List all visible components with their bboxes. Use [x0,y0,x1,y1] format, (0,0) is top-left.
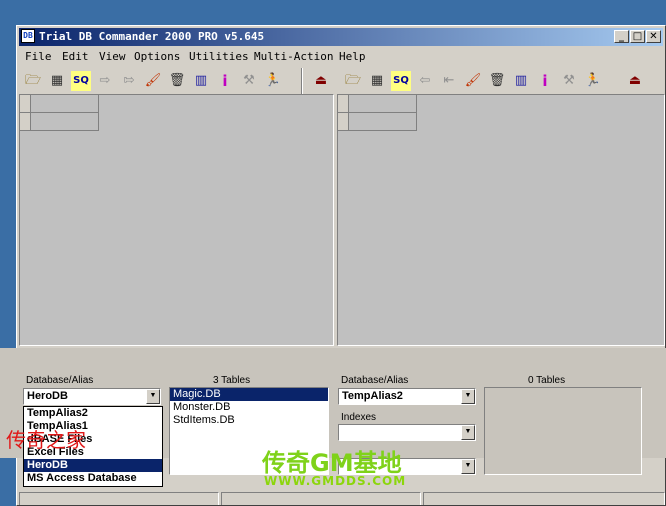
info-icon[interactable]: i [215,71,235,91]
minimize-button[interactable]: _ [614,30,629,43]
right-db-select[interactable]: TempAlias2 ▼ [338,388,476,405]
watermark-green: 传奇GM基地 [262,449,402,477]
left-data-grid[interactable] [19,94,334,346]
menu-options[interactable]: Options [134,50,180,63]
grid-indicator-cell [338,95,349,113]
copy-left-icon[interactable]: ⇦ [415,71,435,91]
grid-cell[interactable] [349,113,417,131]
sql-icon[interactable]: SQ [71,71,91,91]
table-icon[interactable]: ▦ [367,71,387,91]
exit-icon[interactable]: ⏏ [625,71,645,91]
move-right-icon[interactable]: ⇰ [119,71,139,91]
database-icon[interactable]: ▥ [191,71,211,91]
open-folder-icon[interactable]: 🗁 [343,71,363,91]
grid-indicator-cell [338,113,349,131]
menu-help[interactable]: Help [339,50,366,63]
menu-view[interactable]: View [99,50,126,63]
left-db-label: Database/Alias [26,375,94,386]
right-tables-list[interactable] [484,387,642,475]
dropdown-option[interactable]: MS Access Database [24,472,162,485]
paint-icon[interactable]: 🖌 [143,71,163,91]
copy-right-icon[interactable]: ⇨ [95,71,115,91]
dropdown-option[interactable]: HeroDB [24,459,162,472]
chevron-down-icon[interactable]: ▼ [461,425,475,440]
table-icon[interactable]: ▦ [47,71,67,91]
table-list-item[interactable]: Monster.DB [170,401,328,414]
right-data-grid[interactable] [337,94,665,346]
grid-indicator-cell [20,95,31,113]
info-icon[interactable]: i [535,71,555,91]
right-db-label: Database/Alias [341,375,409,386]
right-db-value: TempAlias2 [342,390,403,402]
chevron-down-icon[interactable]: ▼ [146,389,160,404]
status-panel [423,492,665,505]
grid-header-cell[interactable] [349,95,417,113]
left-db-value: HeroDB [27,390,68,402]
run-icon[interactable]: 🏃 [263,71,283,91]
close-button[interactable]: ✕ [646,30,661,43]
left-db-select[interactable]: HeroDB ▼ [23,388,161,405]
grid-indicator-cell [20,113,31,131]
chevron-down-icon[interactable]: ▼ [461,389,475,404]
tools-icon[interactable]: ⚒ [239,71,259,91]
move-left-icon[interactable]: ⇤ [439,71,459,91]
trash-icon[interactable]: 🗑 [167,71,187,91]
indexes-label: Indexes [341,412,377,423]
table-list-item[interactable]: StdItems.DB [170,414,328,427]
toolbar-separator [301,68,303,94]
grid-cell[interactable] [31,113,99,131]
database-icon[interactable]: ▥ [511,71,531,91]
menu-bar: File Edit View Options Utilities Multi-A… [19,47,663,65]
paint-icon[interactable]: 🖌 [463,71,483,91]
left-toolbar: 🗁 ▦ SQ ⇨ ⇰ 🖌 🗑 ▥ i ⚒ 🏃 ⏏ [19,68,335,94]
menu-file[interactable]: File [25,50,52,63]
status-panel [221,492,421,505]
trash-icon[interactable]: 🗑 [487,71,507,91]
maximize-button[interactable]: □ [630,30,645,43]
menu-edit[interactable]: Edit [62,50,89,63]
app-icon[interactable]: DB [21,29,35,43]
table-list-item[interactable]: Magic.DB [170,388,328,401]
dropdown-option[interactable]: TempAlias2 [24,407,162,420]
tools-icon[interactable]: ⚒ [559,71,579,91]
watermark-red: 传奇之家 [6,428,86,452]
exit-icon[interactable]: ⏏ [311,71,331,91]
open-folder-icon[interactable]: 🗁 [23,71,43,91]
title-bar[interactable]: DB Trial DB Commander 2000 PRO v5.645 _ … [19,28,663,46]
left-tables-label: 3 Tables [213,375,251,386]
menu-utilities[interactable]: Utilities [189,50,249,63]
sql-icon[interactable]: SQ [391,71,411,91]
indexes-select[interactable]: ▼ [338,424,476,441]
status-panel [19,492,219,505]
watermark-url: WWW.GMDDS.COM [264,474,407,488]
menu-multi-action[interactable]: Multi-Action [254,50,333,63]
window-title: Trial DB Commander 2000 PRO v5.645 [39,30,265,43]
run-icon[interactable]: 🏃 [583,71,603,91]
status-bar [19,492,665,505]
chevron-down-icon[interactable]: ▼ [461,459,475,474]
grid-header-cell[interactable] [31,95,99,113]
right-toolbar: 🗁 ▦ SQ ⇦ ⇤ 🖌 🗑 ▥ i ⚒ 🏃 ⏏ [337,68,665,94]
right-tables-label: 0 Tables [528,375,566,386]
